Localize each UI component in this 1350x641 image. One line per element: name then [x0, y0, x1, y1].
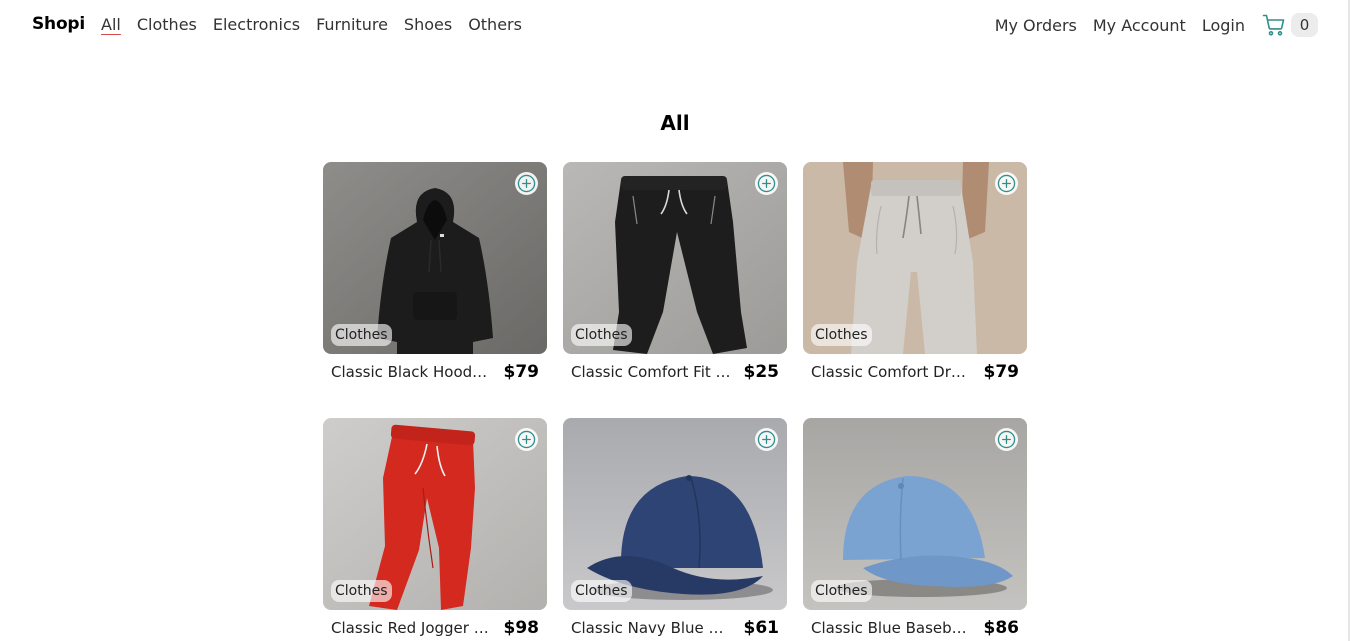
nav-category-clothes[interactable]: Clothes: [137, 15, 197, 34]
product-name: Classic Red Jogger Sweatpants: [331, 619, 493, 637]
product-image: Clothes: [803, 418, 1027, 610]
add-to-cart-button[interactable]: [995, 172, 1018, 195]
product-grid: Clothes Classic Black Hooded Sweatshirt …: [323, 162, 1027, 641]
add-to-cart-button[interactable]: [995, 428, 1018, 451]
product-name: Classic Black Hooded Sweatshirt: [331, 363, 493, 381]
nav-category-all[interactable]: All: [101, 15, 121, 34]
product-name: Classic Blue Baseball Cap: [811, 619, 973, 637]
plus-circle-icon: [757, 174, 776, 193]
nav-my-orders[interactable]: My Orders: [995, 16, 1077, 35]
nav-login[interactable]: Login: [1202, 16, 1245, 35]
product-price: $79: [983, 362, 1020, 382]
category-badge: Clothes: [811, 324, 872, 346]
product-card[interactable]: Clothes Classic Blue Baseball Cap $86: [803, 418, 1027, 641]
product-image: Clothes: [803, 162, 1027, 354]
product-card[interactable]: Clothes Classic Comfort Drawstring Jogge…: [803, 162, 1027, 386]
category-badge: Clothes: [331, 324, 392, 346]
nav-category-furniture[interactable]: Furniture: [316, 15, 388, 34]
brand-logo[interactable]: Shopi: [32, 14, 85, 34]
cart-button[interactable]: 0: [1262, 13, 1318, 37]
add-to-cart-button[interactable]: [755, 172, 778, 195]
add-to-cart-button[interactable]: [515, 428, 538, 451]
add-to-cart-button[interactable]: [515, 172, 538, 195]
plus-circle-icon: [517, 174, 536, 193]
product-price: $25: [743, 362, 780, 382]
product-info: Classic Red Jogger Sweatpants $98: [323, 610, 547, 641]
cart-count-badge: 0: [1291, 13, 1318, 37]
product-price: $86: [983, 618, 1020, 638]
product-price: $98: [503, 618, 540, 638]
product-image: Clothes: [323, 418, 547, 610]
nav-left: Shopi All Clothes Electronics Furniture …: [32, 14, 538, 34]
category-badge: Clothes: [571, 324, 632, 346]
product-card[interactable]: Clothes Classic Black Hooded Sweatshirt …: [323, 162, 547, 386]
add-to-cart-button[interactable]: [755, 428, 778, 451]
product-image: Clothes: [563, 162, 787, 354]
product-card[interactable]: Clothes Classic Red Jogger Sweatpants $9…: [323, 418, 547, 641]
product-info: Classic Navy Blue Baseball Cap $61: [563, 610, 787, 641]
product-price: $79: [503, 362, 540, 382]
shopping-cart-icon: [1262, 14, 1285, 36]
product-name: Classic Navy Blue Baseball Cap: [571, 619, 733, 637]
nav-category-electronics[interactable]: Electronics: [213, 15, 300, 34]
plus-circle-icon: [517, 430, 536, 449]
product-card[interactable]: Clothes Classic Comfort Fit Joggers $25: [563, 162, 787, 386]
nav-my-account[interactable]: My Account: [1093, 16, 1186, 35]
plus-circle-icon: [997, 174, 1016, 193]
category-badge: Clothes: [571, 580, 632, 602]
product-info: Classic Blue Baseball Cap $86: [803, 610, 1027, 641]
product-info: Classic Comfort Fit Joggers $25: [563, 354, 787, 386]
product-info: Classic Comfort Drawstring Joggers $79: [803, 354, 1027, 386]
nav-right: My Orders My Account Login 0: [979, 13, 1318, 37]
product-info: Classic Black Hooded Sweatshirt $79: [323, 354, 547, 386]
category-badge: Clothes: [811, 580, 872, 602]
top-navbar: Shopi All Clothes Electronics Furniture …: [0, 0, 1350, 52]
category-badge: Clothes: [331, 580, 392, 602]
product-card[interactable]: Clothes Classic Navy Blue Baseball Cap $…: [563, 418, 787, 641]
plus-circle-icon: [757, 430, 776, 449]
product-name: Classic Comfort Drawstring Joggers: [811, 363, 973, 381]
product-image: Clothes: [323, 162, 547, 354]
product-image: Clothes: [563, 418, 787, 610]
page-title: All: [660, 111, 690, 135]
product-price: $61: [743, 618, 780, 638]
nav-category-shoes[interactable]: Shoes: [404, 15, 452, 34]
nav-category-others[interactable]: Others: [468, 15, 522, 34]
plus-circle-icon: [997, 430, 1016, 449]
product-name: Classic Comfort Fit Joggers: [571, 363, 733, 381]
